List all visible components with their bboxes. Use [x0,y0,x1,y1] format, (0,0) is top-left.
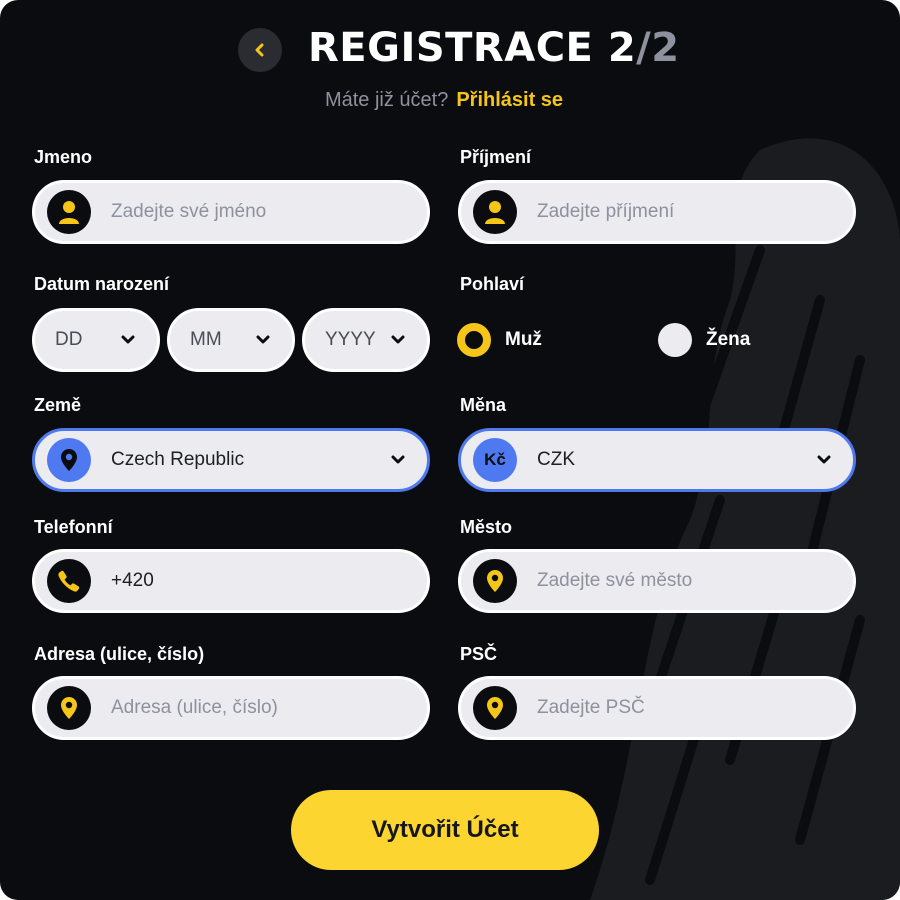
first-name-field[interactable]: Zadejte své jméno [32,180,430,244]
first-name-placeholder: Zadejte své jméno [111,201,267,222]
currency-select[interactable]: Kč CZK [458,428,856,492]
radio-unselected-indicator [658,323,692,357]
chevron-left-icon [255,43,264,57]
last-name-field[interactable]: Zadejte příjmení [458,180,856,244]
chevron-down-icon [817,455,831,464]
currency-label: Měna [460,395,507,415]
postal-code-field[interactable]: Zadejte PSČ [458,676,856,740]
page-title: REGISTRACE 2/2 [308,25,680,71]
phone-icon [47,559,91,603]
country-select[interactable]: Czech Republic [32,428,430,492]
last-name-label: Příjmení [460,147,532,167]
city-placeholder: Zadejte své město [537,570,693,591]
create-account-button[interactable]: Vytvořit Účet [291,790,599,870]
first-name-label: Jmeno [34,147,93,167]
chevron-down-icon [391,455,405,464]
birth-year-select[interactable]: YYYY [302,308,430,372]
radio-selected-indicator [457,323,491,357]
gender-male-radio[interactable]: Muž [457,323,542,357]
step-total: 2 [651,25,680,71]
gender-male-label: Muž [505,329,542,350]
last-name-placeholder: Zadejte příjmení [537,201,675,222]
country-value: Czech Republic [111,449,245,470]
birth-day-value: DD [55,329,83,350]
phone-field[interactable]: +420 [32,549,430,613]
birth-date-label: Datum narození [34,274,170,294]
location-pin-icon [47,438,91,482]
currency-value: CZK [537,449,575,470]
location-pin-icon [473,686,517,730]
phone-label: Telefonní [34,517,113,537]
chevron-down-icon [256,335,270,344]
login-question: Máte již účet? [324,89,449,111]
gender-female-radio[interactable]: Žena [658,323,750,357]
city-label: Město [460,517,513,537]
birth-year-value: YYYY [325,329,376,350]
registration-modal: REGISTRACE 2/2 Máte již účet? Přihlásit s… [0,0,900,900]
location-pin-icon [473,559,517,603]
address-label: Adresa (ulice, číslo) [34,644,205,664]
currency-koruna-icon: Kč [473,438,517,482]
country-label: Země [34,395,82,415]
user-icon [47,190,91,234]
postal-code-label: PSČ [460,644,498,664]
phone-value: +420 [111,570,154,591]
step-separator: / [636,25,652,71]
gender-female-label: Žena [706,329,751,350]
birth-month-value: MM [190,329,222,350]
birth-month-select[interactable]: MM [167,308,295,372]
chevron-down-icon [121,335,135,344]
postal-code-placeholder: Zadejte PSČ [537,697,645,718]
step-current: 2 [607,25,637,71]
user-icon [473,190,517,234]
address-placeholder: Adresa (ulice, číslo) [111,697,278,718]
chevron-down-icon [391,335,405,344]
login-prompt: Máte již účet? Přihlásit se [0,86,888,114]
login-link[interactable]: Přihlásit se [456,89,563,111]
birth-day-select[interactable]: DD [32,308,160,372]
address-field[interactable]: Adresa (ulice, číslo) [32,676,430,740]
create-account-label: Vytvořit Účet [371,816,519,843]
location-pin-icon [47,686,91,730]
gender-label: Pohlaví [460,274,525,294]
back-button[interactable] [238,28,282,72]
city-field[interactable]: Zadejte své město [458,549,856,613]
